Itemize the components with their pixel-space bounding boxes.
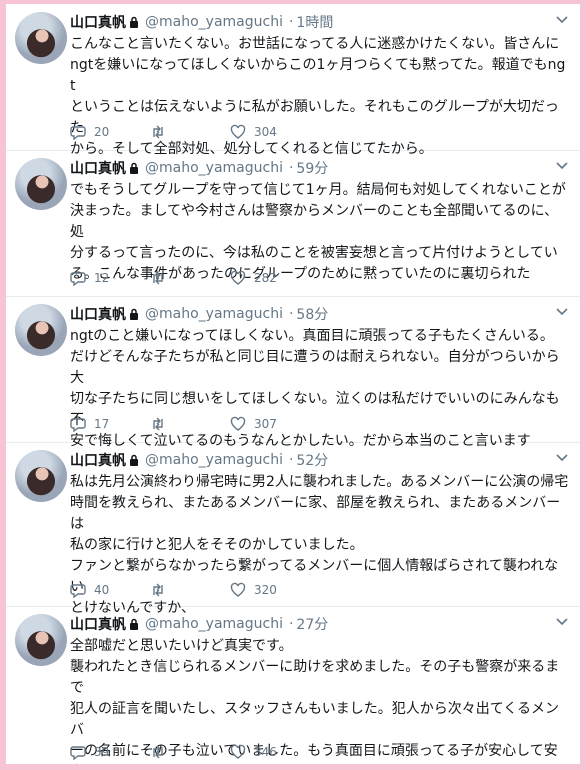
- tweet[interactable]: 山口真帆 @maho_yamaguchi · 27分 全部嘘だと思いたいけど真実…: [6, 606, 580, 764]
- reply-button[interactable]: 17: [70, 416, 150, 432]
- reply-count: 20: [94, 125, 110, 139]
- like-button[interactable]: 320: [230, 582, 310, 598]
- separator-dot: ·: [288, 14, 294, 30]
- timestamp[interactable]: 58分: [296, 304, 328, 324]
- retweet-button[interactable]: [150, 416, 230, 432]
- timestamp[interactable]: 52分: [296, 450, 328, 470]
- lock-icon: [130, 16, 138, 28]
- avatar[interactable]: [15, 158, 67, 210]
- reply-button[interactable]: 40: [70, 582, 150, 598]
- timestamp[interactable]: 1時間: [296, 12, 333, 32]
- tweet-header: 山口真帆 @maho_yamaguchi · 1時間: [70, 12, 333, 32]
- display-name[interactable]: 山口真帆: [70, 12, 126, 32]
- lock-icon: [130, 162, 138, 174]
- heart-icon: [230, 124, 246, 139]
- like-count: 320: [254, 583, 277, 597]
- retweet-button[interactable]: [150, 124, 230, 140]
- heart-icon: [230, 416, 246, 431]
- reply-count: 12: [94, 271, 110, 285]
- reply-button[interactable]: 20: [70, 124, 150, 140]
- reply-icon: [70, 584, 86, 598]
- user-handle[interactable]: @maho_yamaguchi: [145, 14, 283, 30]
- heart-icon: [230, 744, 246, 759]
- tweet-timeline: 山口真帆 @maho_yamaguchi · 1時間 こんなこと言いたくない。お…: [6, 4, 580, 764]
- tweet-actions: 40 320: [70, 580, 310, 600]
- avatar[interactable]: [15, 304, 67, 356]
- retweet-button[interactable]: [150, 582, 230, 598]
- tweet-actions: 17 307: [70, 414, 310, 434]
- like-count: 282: [254, 271, 277, 285]
- tweet-header: 山口真帆 @maho_yamaguchi · 52分: [70, 450, 328, 470]
- separator-dot: ·: [288, 452, 294, 468]
- tweet[interactable]: 山口真帆 @maho_yamaguchi · 59分 でもそうしてグループを守っ…: [6, 150, 580, 297]
- avatar[interactable]: [15, 450, 67, 502]
- heart-icon: [230, 270, 246, 285]
- chevron-down-icon[interactable]: [556, 618, 568, 626]
- reply-icon: [70, 746, 86, 760]
- retweet-icon: [153, 271, 163, 285]
- tweet[interactable]: 山口真帆 @maho_yamaguchi · 58分 ngtのこと嫌いになってほ…: [6, 296, 580, 449]
- user-handle[interactable]: @maho_yamaguchi: [145, 616, 283, 632]
- like-button[interactable]: 304: [230, 124, 310, 140]
- tweet-header: 山口真帆 @maho_yamaguchi · 58分: [70, 304, 328, 324]
- reply-icon: [70, 272, 86, 286]
- reply-count: 39: [94, 745, 110, 759]
- retweet-icon: [153, 417, 163, 431]
- lock-icon: [130, 308, 138, 320]
- reply-count: 17: [94, 417, 110, 431]
- tweet[interactable]: 山口真帆 @maho_yamaguchi · 1時間 こんなこと言いたくない。お…: [6, 4, 580, 157]
- tweet-actions: 12 282: [70, 268, 310, 288]
- display-name[interactable]: 山口真帆: [70, 304, 126, 324]
- like-count: 307: [254, 417, 277, 431]
- like-count: 346: [254, 745, 277, 759]
- chevron-down-icon[interactable]: [556, 308, 568, 316]
- lock-icon: [130, 454, 138, 466]
- retweet-icon: [153, 745, 163, 759]
- reply-icon: [70, 418, 86, 432]
- user-handle[interactable]: @maho_yamaguchi: [145, 160, 283, 176]
- tweet-header: 山口真帆 @maho_yamaguchi · 59分: [70, 158, 328, 178]
- chevron-down-icon[interactable]: [556, 162, 568, 170]
- separator-dot: ·: [288, 616, 294, 632]
- tweet-actions: 20 304: [70, 122, 310, 142]
- display-name[interactable]: 山口真帆: [70, 614, 126, 634]
- like-button[interactable]: 282: [230, 270, 310, 286]
- retweet-button[interactable]: [150, 270, 230, 286]
- like-count: 304: [254, 125, 277, 139]
- separator-dot: ·: [288, 306, 294, 322]
- avatar[interactable]: [15, 614, 67, 666]
- timestamp[interactable]: 27分: [296, 614, 328, 634]
- timestamp[interactable]: 59分: [296, 158, 328, 178]
- tweet-actions: 39 346: [70, 742, 310, 762]
- user-handle[interactable]: @maho_yamaguchi: [145, 452, 283, 468]
- chevron-down-icon[interactable]: [556, 454, 568, 462]
- lock-icon: [130, 618, 138, 630]
- reply-icon: [70, 126, 86, 140]
- reply-count: 40: [94, 583, 110, 597]
- reply-button[interactable]: 39: [70, 744, 150, 760]
- user-handle[interactable]: @maho_yamaguchi: [145, 306, 283, 322]
- display-name[interactable]: 山口真帆: [70, 158, 126, 178]
- retweet-icon: [153, 125, 163, 139]
- tweet[interactable]: 山口真帆 @maho_yamaguchi · 52分 私は先月公演終わり帰宅時に…: [6, 442, 580, 616]
- tweet-header: 山口真帆 @maho_yamaguchi · 27分: [70, 614, 328, 634]
- avatar[interactable]: [15, 12, 67, 64]
- display-name[interactable]: 山口真帆: [70, 450, 126, 470]
- like-button[interactable]: 307: [230, 416, 310, 432]
- separator-dot: ·: [288, 160, 294, 176]
- reply-button[interactable]: 12: [70, 270, 150, 286]
- retweet-icon: [153, 583, 163, 597]
- like-button[interactable]: 346: [230, 744, 310, 760]
- heart-icon: [230, 582, 246, 597]
- retweet-button[interactable]: [150, 744, 230, 760]
- chevron-down-icon[interactable]: [556, 16, 568, 24]
